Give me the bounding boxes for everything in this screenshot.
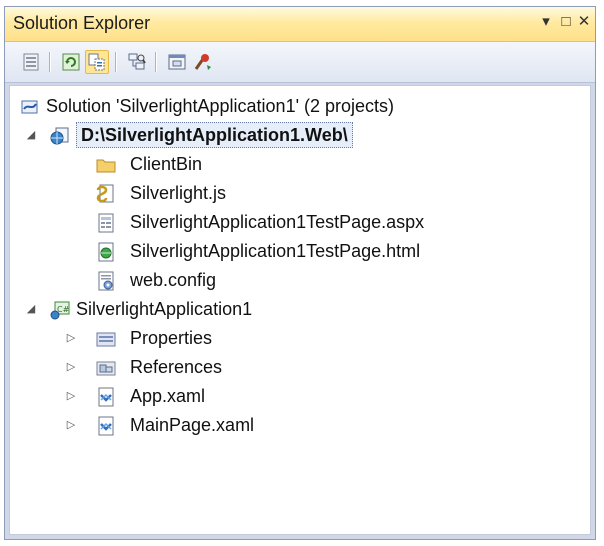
configure-icon <box>194 54 211 70</box>
tree-item-label: ClientBin <box>130 154 203 174</box>
toolbar-separator <box>49 52 51 72</box>
toolbar-separator <box>115 52 117 72</box>
tree-item-label: SilverlightApplication1TestPage.html <box>130 241 421 261</box>
expand-toggle-icon[interactable]: ▷ <box>64 412 78 438</box>
solution-tree: Solution 'SilverlightApplication1' (2 pr… <box>9 85 591 535</box>
tree-item-label: Silverlight.js <box>130 183 227 203</box>
solution-icon <box>21 100 38 114</box>
title-bar[interactable]: Solution Explorer ▾ □ ✕ <box>5 7 595 42</box>
view-class-diagram-button[interactable] <box>125 50 149 74</box>
refresh-icon <box>62 53 80 71</box>
tree-item-label: SilverlightApplication1 <box>76 299 253 319</box>
show-all-files-icon <box>88 53 105 71</box>
maximize-icon[interactable]: □ <box>557 12 575 32</box>
view-class-diagram-icon <box>128 53 146 70</box>
web-project-icon <box>50 127 69 145</box>
references-folder-icon <box>96 361 116 376</box>
svg-text:C#: C# <box>57 305 70 314</box>
tree-item-label: References <box>130 357 223 377</box>
refresh-button[interactable] <box>59 50 83 74</box>
tree-item-label: web.config <box>130 270 217 290</box>
window-title: Solution Explorer <box>13 13 151 33</box>
configure-button[interactable] <box>191 50 215 74</box>
tree-item-label: D:\SilverlightApplication1.Web\ <box>76 122 353 148</box>
toolbar <box>5 42 595 83</box>
view-designer-icon <box>168 54 186 70</box>
solution-explorer-window: Solution Explorer ▾ □ ✕ Solution 'Silver… <box>4 6 596 540</box>
csharp-project-icon: C# <box>50 301 70 320</box>
config-file-icon <box>98 271 114 291</box>
expand-toggle-icon[interactable]: ◢ <box>24 296 38 322</box>
show-all-files-button[interactable] <box>85 50 109 74</box>
folder-icon <box>96 159 116 173</box>
expand-toggle-icon[interactable]: ◢ <box>24 122 38 148</box>
close-icon[interactable]: ✕ <box>575 12 593 32</box>
expand-toggle-icon[interactable]: ▷ <box>64 354 78 380</box>
xaml-file-icon <box>98 416 114 436</box>
xaml-file-icon <box>98 387 114 407</box>
view-designer-button[interactable] <box>165 50 189 74</box>
toolbar-separator <box>155 52 157 72</box>
tree-item-label: Properties <box>130 328 213 348</box>
tree-item-label: Solution 'SilverlightApplication1' (2 pr… <box>46 96 395 116</box>
window-position-menu-icon[interactable]: ▾ <box>537 12 555 32</box>
properties-folder-icon <box>96 332 116 347</box>
properties-button[interactable] <box>19 50 43 74</box>
tree-item-label: App.xaml <box>130 386 206 406</box>
aspx-file-icon <box>98 213 114 233</box>
expand-toggle-icon[interactable]: ▷ <box>64 383 78 409</box>
tree-item-label: SilverlightApplication1TestPage.aspx <box>130 212 425 232</box>
tree-item-label: MainPage.xaml <box>130 415 255 435</box>
html-file-icon <box>98 242 114 262</box>
properties-icon <box>23 53 39 71</box>
expand-toggle-icon[interactable]: ▷ <box>64 325 78 351</box>
js-file-icon <box>96 184 114 203</box>
